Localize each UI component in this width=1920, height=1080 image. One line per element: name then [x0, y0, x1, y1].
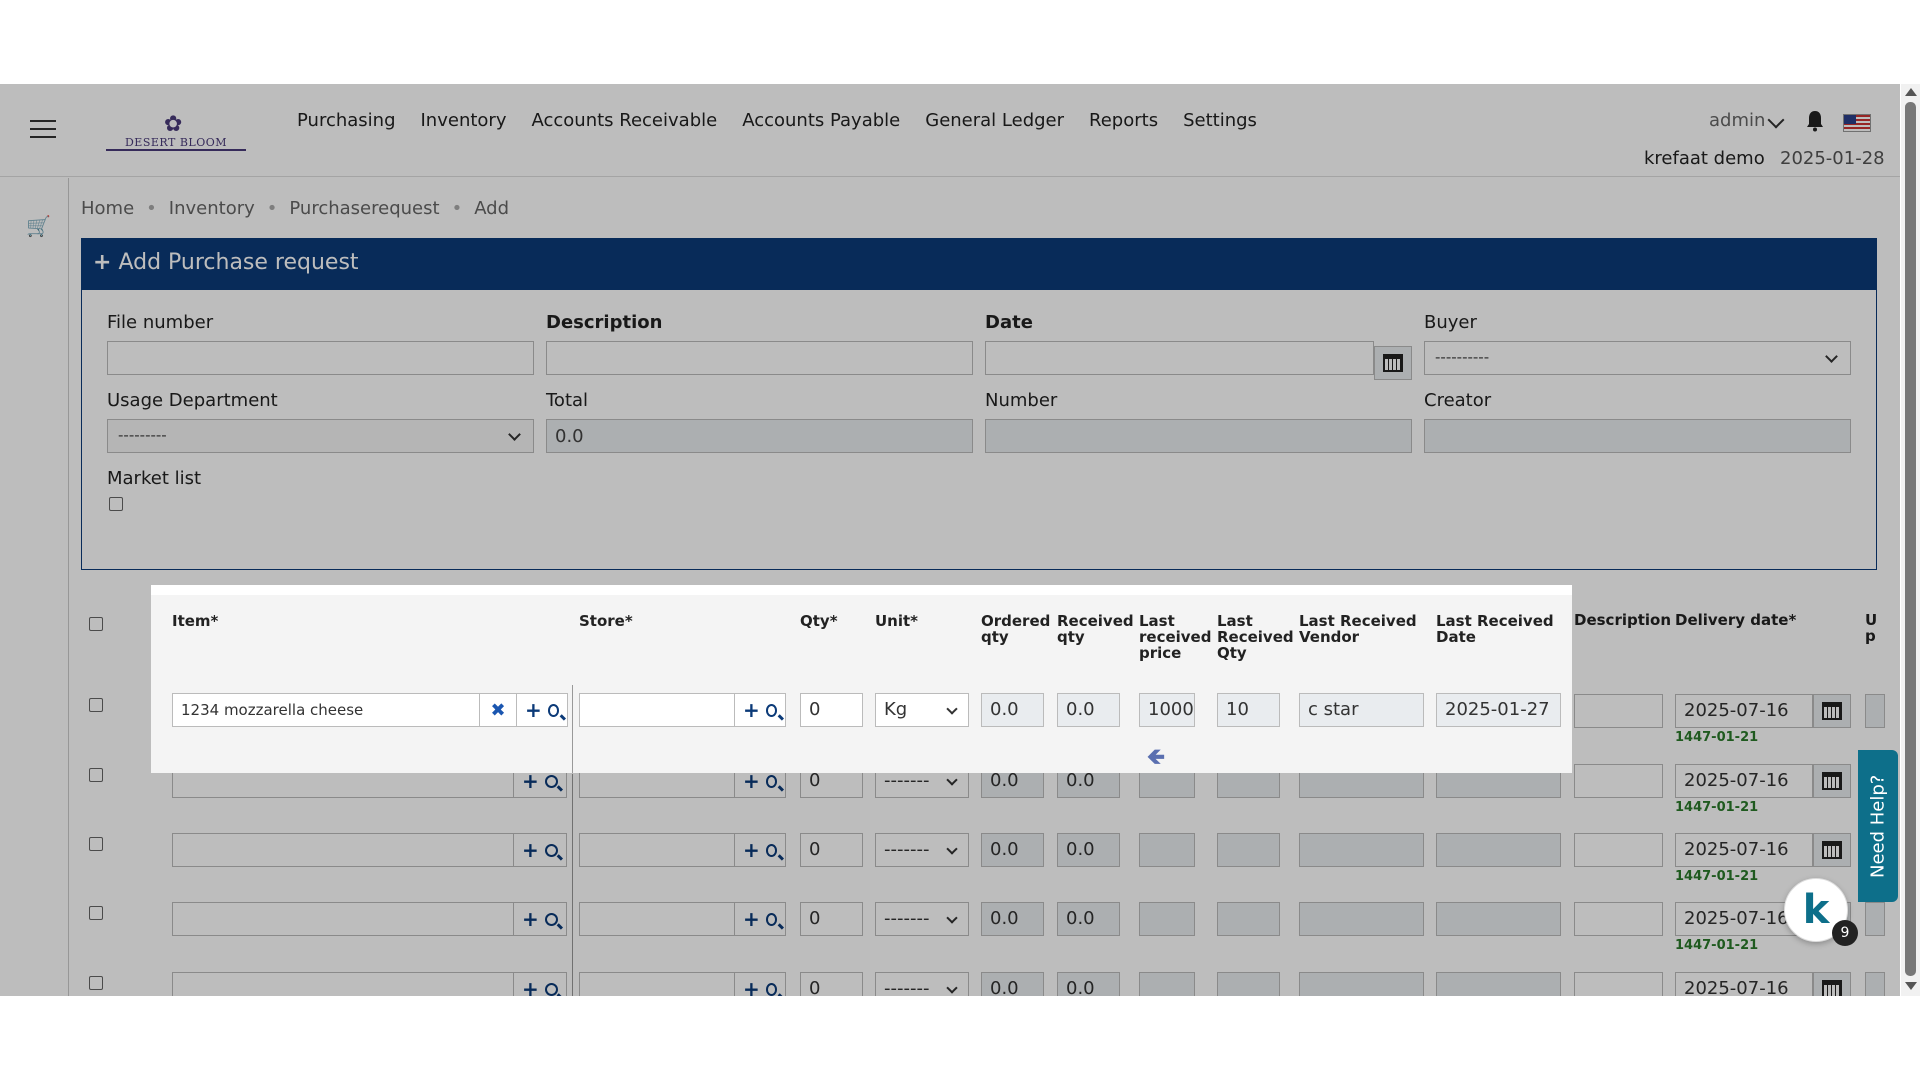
row-1-clear-item-button[interactable]: ✖: [479, 693, 517, 727]
search-icon[interactable]: [547, 703, 559, 717]
header-last-received-qty: Last Received Qty: [1217, 612, 1294, 662]
header-unit: Unit*: [875, 612, 919, 630]
header-qty: Qty*: [800, 612, 838, 630]
vertical-scrollbar[interactable]: [1901, 84, 1920, 996]
scroll-down-arrow-icon[interactable]: [1905, 982, 1917, 990]
column-divider: [572, 685, 573, 773]
header-ordered-qty: Ordered qty: [981, 612, 1051, 646]
header-last-received-date: Last Received Date: [1436, 612, 1554, 646]
highlighted-item-row: Item* Store* Qty* Unit* Ordered qty Recei…: [151, 585, 1572, 773]
row-1-last-received-vendor: c star: [1299, 693, 1424, 727]
row-1-ordered-qty: 0.0: [981, 693, 1044, 727]
row-1-received-qty: 0.0: [1057, 693, 1120, 727]
app: ✿ DESERT BLOOM Purchasing Inventory Acco…: [0, 84, 1900, 996]
header-last-received-price: Last received price: [1139, 612, 1212, 662]
row-1-item-add-search[interactable]: +: [516, 693, 568, 727]
row-1-store-add-search[interactable]: +: [734, 693, 786, 727]
arrow-left-icon: 🡸: [1147, 745, 1165, 770]
scroll-thumb[interactable]: [1905, 102, 1916, 976]
header-received-qty: Received qty: [1057, 612, 1134, 646]
plus-icon[interactable]: +: [743, 700, 760, 720]
row-1-qty-input[interactable]: 0: [800, 693, 863, 727]
assistant-notification-count: 9: [1832, 920, 1858, 946]
header-store: Store*: [579, 612, 633, 630]
close-icon: ✖: [490, 699, 506, 721]
header-last-received-vendor: Last Received Vendor: [1299, 612, 1417, 646]
row-1-store-input[interactable]: [579, 693, 735, 727]
dim-overlay: [0, 84, 1900, 996]
row-1-last-received-qty: 10: [1217, 693, 1280, 727]
row-1-item-input[interactable]: 1234 mozzarella cheese: [172, 693, 480, 727]
screen: ✿ DESERT BLOOM Purchasing Inventory Acco…: [0, 84, 1920, 996]
header-item: Item*: [172, 612, 219, 630]
row-1-last-received-price: 1000: [1139, 693, 1195, 727]
scroll-up-arrow-icon[interactable]: [1905, 88, 1917, 96]
row-1-unit-select[interactable]: Kg: [875, 693, 969, 727]
search-icon[interactable]: [765, 703, 777, 717]
need-help-tab[interactable]: Need Help?: [1858, 750, 1898, 902]
plus-icon[interactable]: +: [525, 700, 542, 720]
row-1-last-received-date: 2025-01-27: [1436, 693, 1561, 727]
